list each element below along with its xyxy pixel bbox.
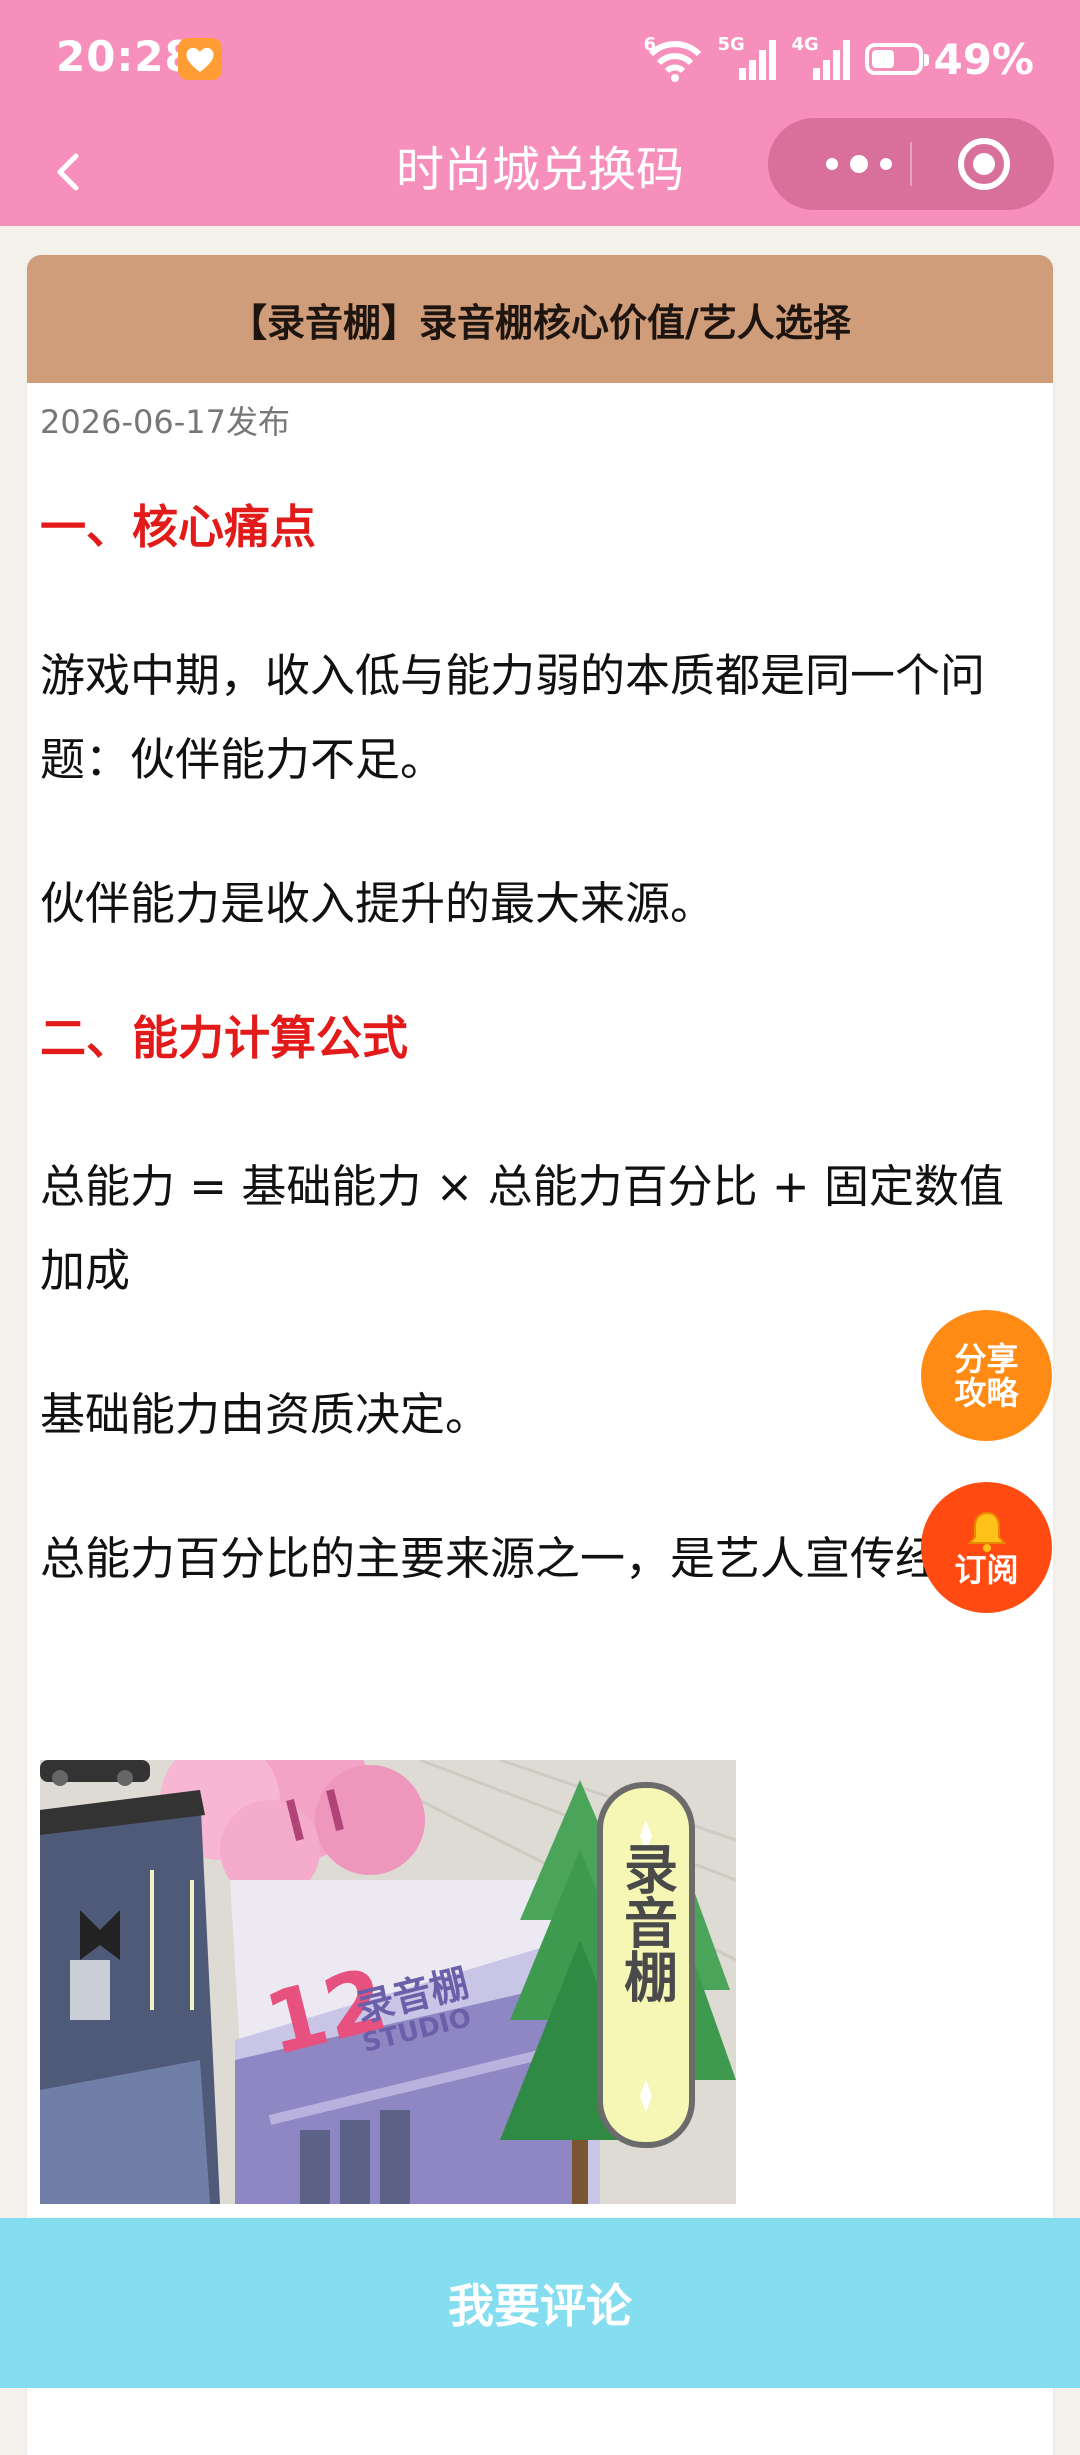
subscribe-button[interactable]: 订阅 [921, 1482, 1052, 1613]
signal-4g-tag: 4G [791, 34, 819, 55]
studio-illustration[interactable]: 录音棚 12 录音棚 STUDIO [40, 1760, 736, 2204]
status-indicators: 6 5G 4G 49% [643, 34, 1034, 84]
paragraph: 总能力百分比的主要来源之一，是艺人宣传经验。 [40, 1532, 1031, 1585]
more-dot-icon [826, 158, 838, 170]
article-body: 一、核心痛点 游戏中期，收入低与能力弱的本质都是同一个问题：伙伴能力不足。 伙伴… [40, 495, 1040, 1661]
bell-icon [967, 1511, 1006, 1552]
paragraph: 总能力 = 基础能力 × 总能力百分比 + 固定数值加成 [40, 1160, 1004, 1297]
article-title: 【录音棚】录音棚核心价值/艺人选择 [27, 255, 1053, 383]
capsule-divider [910, 142, 912, 186]
sign-text: 录音棚 [615, 1841, 678, 2004]
more-dot-icon [850, 155, 868, 173]
comment-button-label: 我要评论 [448, 2279, 632, 2333]
share-guide-button[interactable]: 分享 攻略 [921, 1310, 1052, 1441]
subscribe-label: 订阅 [954, 1550, 1019, 1589]
close-miniapp-button[interactable] [958, 138, 1010, 190]
article-card: 【录音棚】录音棚核心价值/艺人选择 2026-06-17发布 一、核心痛点 游戏… [27, 255, 1053, 2455]
paragraph: 游戏中期，收入低与能力弱的本质都是同一个问题：伙伴能力不足。 [40, 649, 986, 786]
section-heading: 一、核心痛点 [40, 500, 316, 554]
more-button[interactable] [808, 118, 910, 210]
signal-5g-tag: 5G [717, 34, 745, 55]
heart-app-icon [178, 38, 222, 80]
status-time: 20:28 [56, 32, 195, 81]
nav-bar: 时尚城兑换码 [0, 118, 1080, 226]
wifi-tag: 6 [643, 34, 656, 55]
signal-5g-icon: 5G [717, 36, 781, 82]
top-bar: 20:28 6 5G 4G 49% 时尚城兑换码 [0, 0, 1080, 226]
signal-4g-icon: 4G [791, 36, 855, 82]
more-dot-icon [880, 158, 892, 170]
wifi-icon: 6 [643, 36, 707, 82]
paragraph: 伙伴能力是收入提升的最大来源。 [40, 877, 716, 930]
battery-level [872, 50, 895, 68]
share-label-line2: 攻略 [954, 1373, 1019, 1412]
battery-percent: 49% [933, 34, 1034, 84]
share-label-line1: 分享 [954, 1339, 1019, 1378]
section-heading: 二、能力计算公式 [40, 1011, 408, 1065]
battery-icon [865, 43, 930, 75]
comment-bar[interactable]: 我要评论 [0, 2218, 1080, 2388]
publish-date: 2026-06-17发布 [40, 403, 290, 441]
miniapp-capsule [768, 118, 1054, 210]
status-bar: 20:28 6 5G 4G 49% [0, 0, 1080, 118]
paragraph: 基础能力由资质决定。 [40, 1388, 491, 1441]
